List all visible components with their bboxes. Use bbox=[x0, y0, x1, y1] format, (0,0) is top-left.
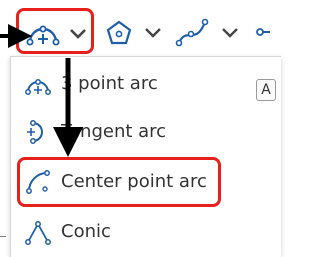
annotation-arrows bbox=[0, 24, 83, 157]
